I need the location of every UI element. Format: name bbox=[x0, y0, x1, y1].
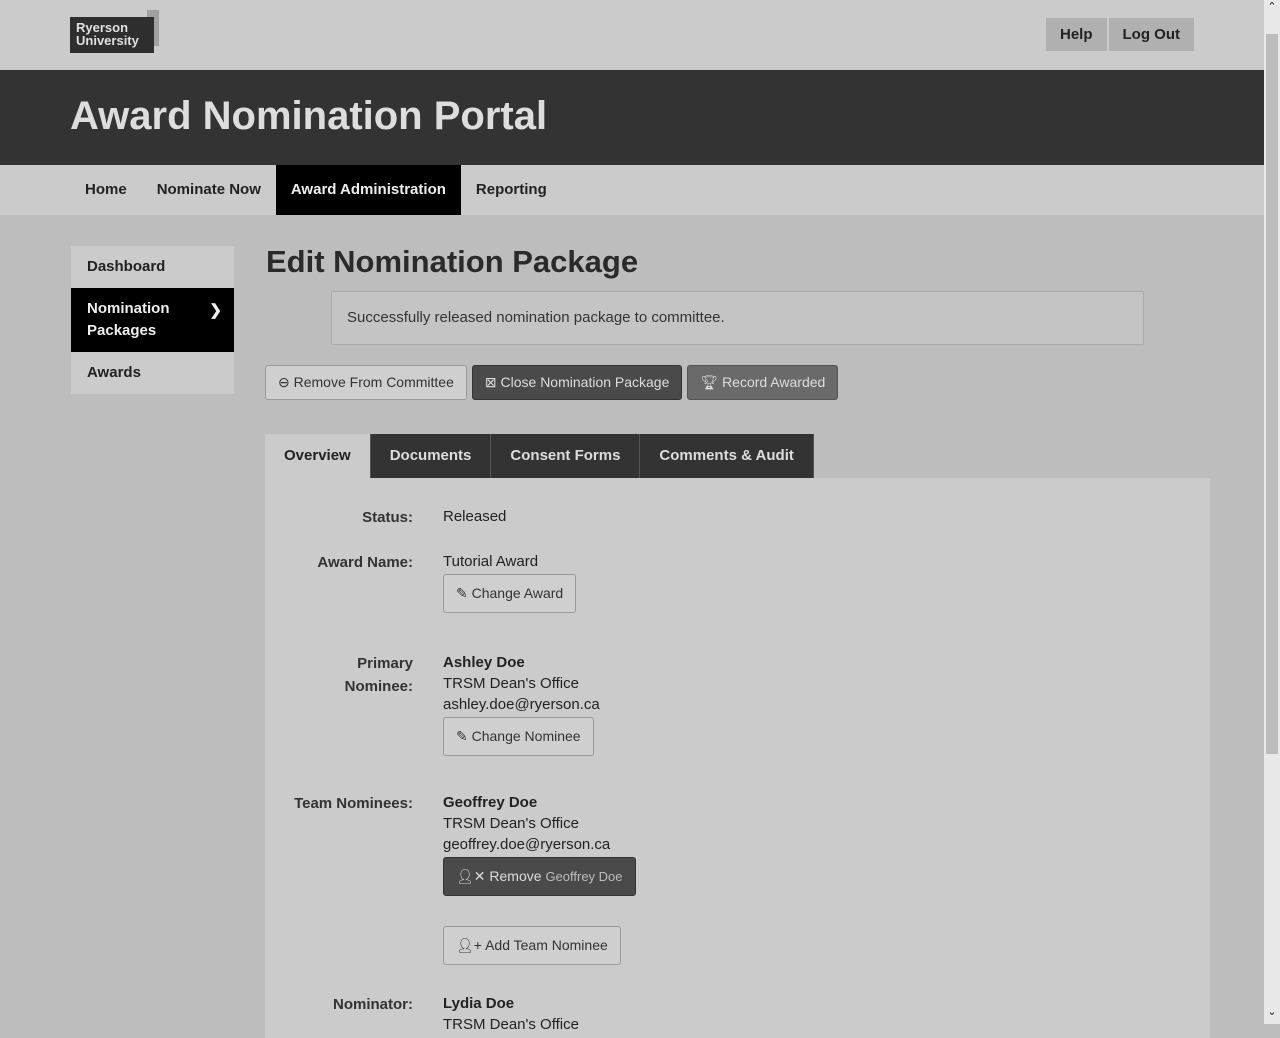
add-team-nominee-button[interactable]: 👤︎+ Add Team Nominee bbox=[443, 926, 621, 965]
status-label: Status: bbox=[362, 509, 413, 526]
pencil-icon: ✎ bbox=[456, 585, 468, 601]
button-label: Remove bbox=[489, 868, 542, 884]
status-value: Released bbox=[443, 508, 507, 525]
nominator-name: Lydia Doe bbox=[443, 995, 515, 1012]
team-nominee-name: Geoffrey Doe bbox=[443, 794, 538, 811]
page-title: Edit Nomination Package bbox=[266, 244, 639, 279]
award-name-value: Tutorial Award bbox=[443, 553, 539, 570]
button-label: Change Award bbox=[471, 585, 564, 601]
sidebar: Dashboard Nomination Packages ❯ Awards bbox=[71, 246, 234, 394]
team-nominees-label: Team Nominees: bbox=[294, 795, 413, 812]
user-add-icon: 👤︎+ bbox=[456, 937, 482, 953]
tab-bar: Overview Documents Consent Forms Comment… bbox=[265, 434, 814, 478]
nav-home[interactable]: Home bbox=[70, 165, 142, 215]
tab-overview[interactable]: Overview bbox=[265, 434, 371, 478]
primary-nominee-name: Ashley Doe bbox=[443, 654, 525, 671]
button-label: Add Team Nominee bbox=[485, 937, 608, 953]
remove-team-nominee-button[interactable]: 👤︎✕ Remove Geoffrey Doe bbox=[443, 857, 636, 896]
scroll-down-icon[interactable]: ⌄ bbox=[1264, 1005, 1280, 1018]
banner: Award Nomination Portal bbox=[0, 70, 1264, 165]
scroll-up-icon[interactable]: ⌃ bbox=[1264, 0, 1280, 13]
top-bar: Ryerson University Help Log Out bbox=[0, 0, 1264, 70]
sidebar-item-label: Nomination Packages bbox=[87, 300, 170, 339]
primary-nominee-label: Primary Nominee: bbox=[344, 655, 413, 695]
button-nominee-name: Geoffrey Doe bbox=[545, 869, 623, 884]
record-awarded-button[interactable]: 🏆︎ Record Awarded bbox=[687, 365, 839, 400]
sidebar-item-dashboard[interactable]: Dashboard bbox=[71, 246, 234, 288]
scrollbar[interactable]: ⌃ ⌄ bbox=[1264, 0, 1280, 1024]
scrollbar-thumb[interactable] bbox=[1266, 34, 1278, 754]
logout-button[interactable]: Log Out bbox=[1108, 18, 1194, 51]
close-nomination-package-button[interactable]: ⊠ Close Nomination Package bbox=[471, 365, 683, 400]
close-box-icon: ⊠ bbox=[484, 374, 497, 390]
sidebar-item-awards[interactable]: Awards bbox=[71, 352, 234, 394]
user-remove-icon: 👤︎✕ bbox=[456, 868, 486, 884]
primary-nominee-dept: TRSM Dean's Office bbox=[443, 675, 579, 692]
team-nominee-email: geoffrey.doe@ryerson.ca bbox=[443, 836, 611, 853]
primary-nominee-email: ashley.doe@ryerson.ca bbox=[443, 696, 600, 713]
button-label: Record Awarded bbox=[722, 374, 826, 390]
minus-circle-icon: ⊖ bbox=[278, 374, 290, 390]
button-label: Close Nomination Package bbox=[500, 374, 670, 390]
award-name-label: Award Name: bbox=[317, 554, 413, 571]
main-nav: Home Nominate Now Award Administration R… bbox=[0, 165, 1264, 215]
change-nominee-button[interactable]: ✎ Change Nominee bbox=[443, 717, 594, 756]
nominator-label: Nominator: bbox=[333, 996, 413, 1013]
button-label: Change Nominee bbox=[471, 728, 581, 744]
tab-comments-audit[interactable]: Comments & Audit bbox=[640, 434, 814, 478]
help-button[interactable]: Help bbox=[1046, 18, 1107, 51]
overview-panel: Status: Released Award Name: Tutorial Aw… bbox=[265, 478, 1210, 1038]
app-title: Award Nomination Portal bbox=[70, 94, 548, 138]
button-label: Remove From Committee bbox=[293, 374, 454, 390]
remove-from-committee-button[interactable]: ⊖ Remove From Committee bbox=[265, 365, 467, 400]
nav-award-administration[interactable]: Award Administration bbox=[275, 165, 461, 215]
tab-consent-forms[interactable]: Consent Forms bbox=[491, 434, 641, 478]
nav-nominate-now[interactable]: Nominate Now bbox=[142, 165, 276, 215]
team-nominee-dept: TRSM Dean's Office bbox=[443, 815, 579, 832]
nav-reporting[interactable]: Reporting bbox=[461, 165, 562, 215]
success-alert: Successfully released nomination package… bbox=[331, 291, 1144, 345]
change-award-button[interactable]: ✎ Change Award bbox=[443, 574, 577, 613]
tab-documents[interactable]: Documents bbox=[370, 434, 492, 478]
chevron-right-icon: ❯ bbox=[209, 302, 222, 319]
trophy-icon: 🏆︎ bbox=[700, 374, 719, 390]
pencil-icon: ✎ bbox=[456, 728, 468, 744]
sidebar-item-nomination-packages[interactable]: Nomination Packages ❯ bbox=[71, 288, 234, 352]
logo[interactable]: Ryerson University bbox=[70, 17, 154, 53]
nominator-dept: TRSM Dean's Office bbox=[443, 1016, 579, 1033]
